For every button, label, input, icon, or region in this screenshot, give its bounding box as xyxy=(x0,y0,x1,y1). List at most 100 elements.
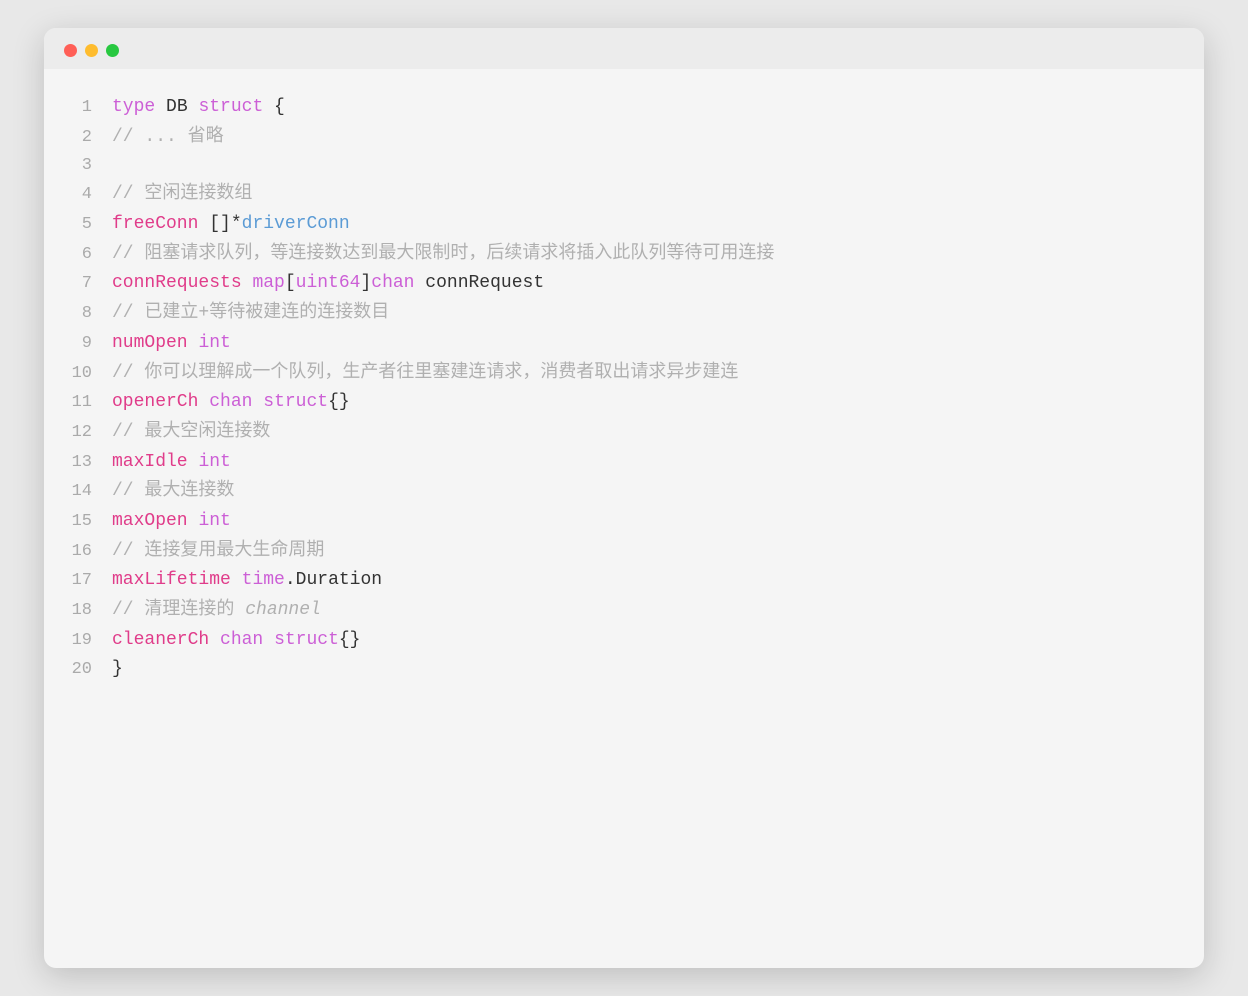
code-editor: 1type DB struct {2 // ... 省略34 // 空闲连接数组… xyxy=(44,69,1204,717)
token: openerCh xyxy=(112,392,198,412)
code-line: 10 // 你可以理解成一个队列，生产者往里塞建连请求，消费者取出请求异步建连 xyxy=(68,359,1172,389)
line-number: 16 xyxy=(68,538,112,566)
token xyxy=(252,392,263,412)
token xyxy=(263,630,274,650)
code-line: 3 xyxy=(68,152,1172,180)
line-number: 19 xyxy=(68,627,112,655)
code-content: maxOpen int xyxy=(112,507,1172,537)
titlebar xyxy=(44,28,1204,69)
line-number: 15 xyxy=(68,508,112,536)
minimize-button[interactable] xyxy=(85,44,98,57)
code-content: openerCh chan struct{} xyxy=(112,388,1172,418)
token: chan xyxy=(209,392,252,412)
token: // 阻塞请求队列，等连接数达到最大限制时，后续请求将插入此队列等待可用连接 xyxy=(112,244,774,264)
code-content: } xyxy=(112,655,1172,685)
token xyxy=(209,630,220,650)
code-content: // 已建立+等待被建连的连接数目 xyxy=(112,299,1172,329)
line-number: 4 xyxy=(68,181,112,209)
line-number: 14 xyxy=(68,478,112,506)
token: // 清理连接的 xyxy=(112,600,245,620)
code-content: // 清理连接的 channel xyxy=(112,596,1172,626)
line-number: 20 xyxy=(68,656,112,684)
token: time xyxy=(242,570,285,590)
token: int xyxy=(198,452,230,472)
code-content: connRequests map[uint64]chan connRequest xyxy=(112,269,1172,299)
line-number: 8 xyxy=(68,300,112,328)
code-line: 9 numOpen int xyxy=(68,329,1172,359)
code-line: 13 maxIdle int xyxy=(68,448,1172,478)
token: cleanerCh xyxy=(112,630,209,650)
token: DB xyxy=(155,97,198,117)
token: // 连接复用最大生命周期 xyxy=(112,541,324,561)
line-number: 6 xyxy=(68,241,112,269)
token: {} xyxy=(339,630,361,650)
code-line: 6 // 阻塞请求队列，等连接数达到最大限制时，后续请求将插入此队列等待可用连接 xyxy=(68,240,1172,270)
code-line: 11 openerCh chan struct{} xyxy=(68,388,1172,418)
token: // 空闲连接数组 xyxy=(112,184,252,204)
line-number: 11 xyxy=(68,389,112,417)
token xyxy=(188,333,199,353)
code-line: 14 // 最大连接数 xyxy=(68,477,1172,507)
close-button[interactable] xyxy=(64,44,77,57)
token: int xyxy=(198,333,230,353)
code-content: maxIdle int xyxy=(112,448,1172,478)
code-content: // 最大连接数 xyxy=(112,477,1172,507)
token: } xyxy=(112,659,123,679)
code-content: // 连接复用最大生命周期 xyxy=(112,537,1172,567)
line-number: 7 xyxy=(68,270,112,298)
line-number: 5 xyxy=(68,211,112,239)
code-content: maxLifetime time.Duration xyxy=(112,566,1172,596)
token: map xyxy=(252,273,284,293)
token: driverConn xyxy=(242,214,350,234)
code-content: // ... 省略 xyxy=(112,123,1172,153)
code-content: cleanerCh chan struct{} xyxy=(112,626,1172,656)
code-line: 4 // 空闲连接数组 xyxy=(68,180,1172,210)
code-line: 19 cleanerCh chan struct{} xyxy=(68,626,1172,656)
token: { xyxy=(263,97,285,117)
line-number: 18 xyxy=(68,597,112,625)
token: maxIdle xyxy=(112,452,188,472)
token: struct xyxy=(263,392,328,412)
line-number: 12 xyxy=(68,419,112,447)
token: // 已建立+等待被建连的连接数目 xyxy=(112,303,389,323)
code-content: // 你可以理解成一个队列，生产者往里塞建连请求，消费者取出请求异步建连 xyxy=(112,359,1172,389)
line-number: 3 xyxy=(68,152,112,180)
token: maxLifetime xyxy=(112,570,231,590)
token: struct xyxy=(274,630,339,650)
line-number: 10 xyxy=(68,360,112,388)
code-line: 7 connRequests map[uint64]chan connReque… xyxy=(68,269,1172,299)
token: channel xyxy=(245,600,321,620)
code-line: 8 // 已建立+等待被建连的连接数目 xyxy=(68,299,1172,329)
token: int xyxy=(198,511,230,531)
token: numOpen xyxy=(112,333,188,353)
code-content: // 阻塞请求队列，等连接数达到最大限制时，后续请求将插入此队列等待可用连接 xyxy=(112,240,1172,270)
line-number: 2 xyxy=(68,124,112,152)
code-content: numOpen int xyxy=(112,329,1172,359)
code-content: // 最大空闲连接数 xyxy=(112,418,1172,448)
token: // 最大空闲连接数 xyxy=(112,422,270,442)
token: // 你可以理解成一个队列，生产者往里塞建连请求，消费者取出请求异步建连 xyxy=(112,363,738,383)
code-line: 1type DB struct { xyxy=(68,93,1172,123)
token xyxy=(231,570,242,590)
token: type xyxy=(112,97,155,117)
code-line: 15 maxOpen int xyxy=(68,507,1172,537)
line-number: 1 xyxy=(68,94,112,122)
code-line: 17 maxLifetime time.Duration xyxy=(68,566,1172,596)
token: uint64 xyxy=(296,273,361,293)
token: struct xyxy=(198,97,263,117)
token: chan xyxy=(220,630,263,650)
token: maxOpen xyxy=(112,511,188,531)
maximize-button[interactable] xyxy=(106,44,119,57)
line-number: 17 xyxy=(68,567,112,595)
token xyxy=(188,452,199,472)
token: [ xyxy=(285,273,296,293)
token: ] xyxy=(360,273,371,293)
code-line: 18 // 清理连接的 channel xyxy=(68,596,1172,626)
token: .Duration xyxy=(285,570,382,590)
token: * xyxy=(231,214,242,234)
token: freeConn xyxy=(112,214,198,234)
line-number: 9 xyxy=(68,330,112,358)
token xyxy=(198,392,209,412)
code-line: 16 // 连接复用最大生命周期 xyxy=(68,537,1172,567)
code-line: 12 // 最大空闲连接数 xyxy=(68,418,1172,448)
